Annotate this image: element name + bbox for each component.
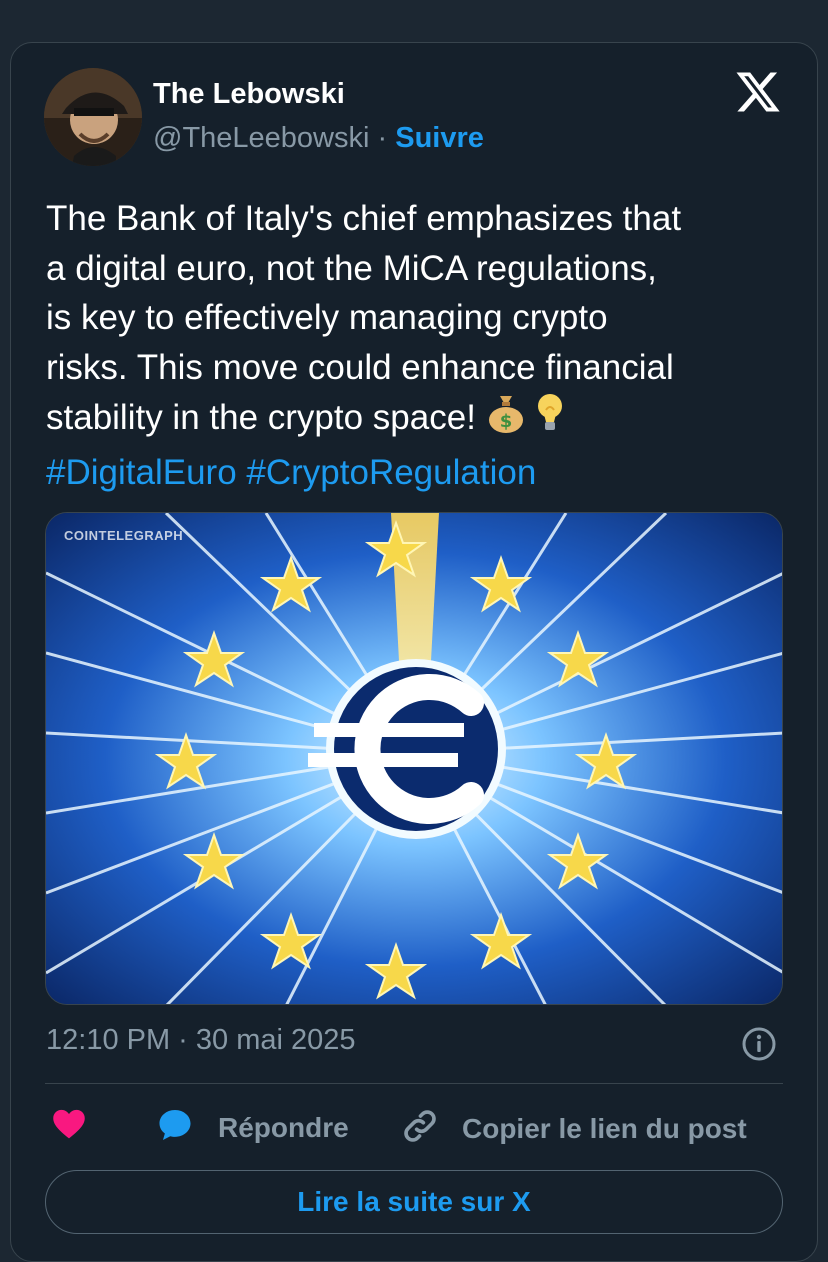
x-logo-icon[interactable]	[734, 68, 782, 116]
copy-link-label: Copier le lien du post	[462, 1112, 747, 1144]
media-watermark: COINTELEGRAPH	[64, 528, 184, 543]
divider	[45, 1083, 783, 1084]
tweet-text-line: The Bank of Italy's chief emphasizes tha…	[46, 199, 682, 238]
link-icon	[400, 1106, 440, 1151]
tweet-timestamp[interactable]: 12:10 PM · 30 mai 2025	[46, 1024, 356, 1057]
info-icon[interactable]	[741, 1026, 777, 1062]
light-bulb-icon	[535, 392, 565, 448]
author-name[interactable]: The Lebowski	[153, 78, 345, 111]
reply-bubble-icon	[156, 1106, 194, 1149]
tweet-text-line: stability in the crypto space! $	[46, 392, 796, 448]
money-bag-icon: $	[486, 392, 526, 448]
like-button[interactable]	[50, 1106, 88, 1147]
author-handle[interactable]: @TheLeebowski	[153, 122, 369, 154]
tweet-text-line: is key to effectively managing crypto	[46, 298, 608, 337]
handle-row: @TheLeebowski · Suivre	[153, 122, 484, 155]
hashtag-link[interactable]: #DigitalEuro	[46, 453, 237, 492]
copy-link-button[interactable]: Copier le lien du post	[400, 1106, 747, 1151]
heart-icon	[50, 1106, 88, 1147]
hashtag-link[interactable]: #CryptoRegulation	[246, 453, 536, 492]
separator-dot: ·	[377, 122, 388, 154]
tweet-text: The Bank of Italy's chief emphasizes tha…	[46, 194, 796, 497]
reply-button[interactable]: Répondre	[156, 1106, 349, 1149]
tweet-text-line: a digital euro, not the MiCA regulations…	[46, 248, 657, 288]
tweet-text-line-5: stability in the crypto space!	[46, 398, 476, 437]
follow-button[interactable]: Suivre	[395, 122, 484, 154]
tweet-media-image[interactable]	[45, 512, 783, 1005]
tweet-text-line: risks. This move could enhance financial	[46, 347, 674, 387]
read-more-button[interactable]: Lire la suite sur X	[45, 1170, 783, 1234]
reply-label: Répondre	[218, 1111, 349, 1143]
avatar[interactable]	[44, 68, 142, 166]
svg-text:$: $	[499, 411, 512, 432]
hashtag-row: #DigitalEuro #CryptoRegulation	[46, 448, 796, 498]
